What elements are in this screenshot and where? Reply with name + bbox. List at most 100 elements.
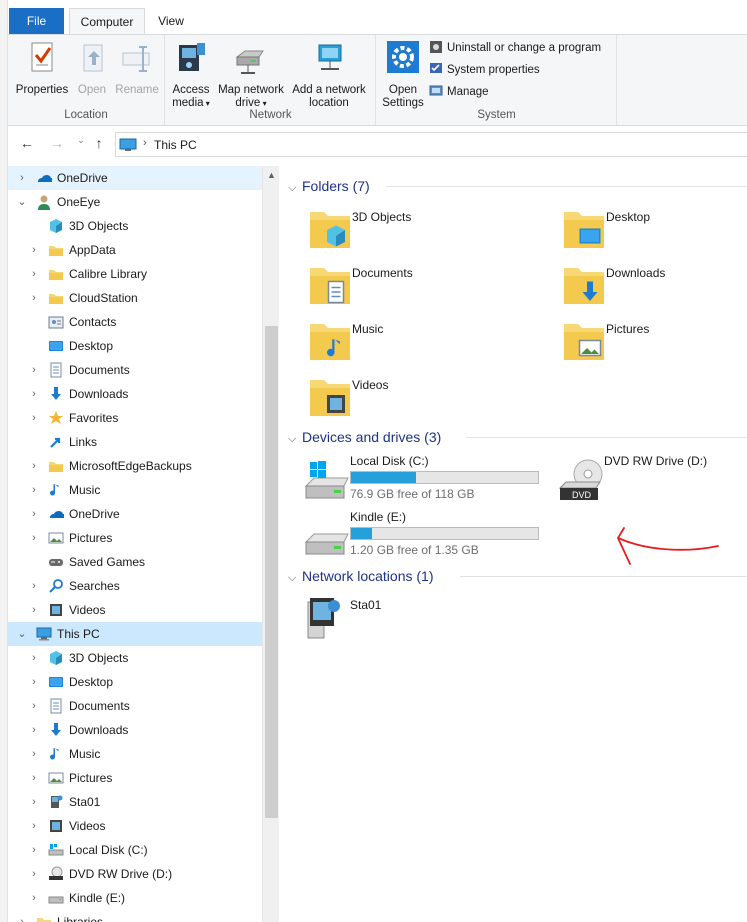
- chevron-right-icon[interactable]: ›: [28, 886, 40, 910]
- chevron-right-icon[interactable]: ›: [28, 502, 40, 526]
- nav-item-label: Documents: [69, 699, 130, 713]
- network-location-sta01[interactable]: Sta01: [304, 594, 464, 646]
- open-button[interactable]: Open: [72, 39, 112, 97]
- chevron-right-icon[interactable]: ›: [28, 790, 40, 814]
- nav-item-libraries[interactable]: › Libraries: [8, 910, 263, 922]
- chevron-right-icon[interactable]: ›: [16, 910, 28, 922]
- nav-item-3d-objects[interactable]: › 3D Objects: [8, 646, 263, 670]
- nav-item-pictures[interactable]: › Pictures: [8, 766, 263, 790]
- breadcrumb-this-pc[interactable]: This PC: [154, 138, 197, 152]
- navigation-scrollbar[interactable]: ▲: [262, 166, 279, 922]
- nav-item-3d-objects[interactable]: 3D Objects: [8, 214, 263, 238]
- nav-item-music[interactable]: › Music: [8, 478, 263, 502]
- chevron-right-icon[interactable]: ›: [28, 526, 40, 550]
- folder-desktop[interactable]: Desktop: [560, 206, 747, 258]
- chevron-right-icon[interactable]: ›: [28, 454, 40, 478]
- chevron-right-icon[interactable]: ›: [28, 358, 40, 382]
- address-bar[interactable]: › This PC: [115, 132, 747, 157]
- properties-button[interactable]: Properties: [14, 39, 70, 97]
- rename-button[interactable]: Rename: [112, 39, 162, 97]
- chevron-right-icon[interactable]: ›: [28, 598, 40, 622]
- folder-music[interactable]: Music: [306, 318, 496, 370]
- nav-item-calibre-library[interactable]: › Calibre Library: [8, 262, 263, 286]
- folders-section-header[interactable]: ⌵ Folders (7): [288, 175, 747, 197]
- chevron-right-icon[interactable]: ›: [28, 262, 40, 286]
- nav-item-sta01[interactable]: › Sta01: [8, 790, 263, 814]
- drive-dvd-rw-d[interactable]: DVD DVD RW Drive (D:): [558, 454, 747, 506]
- chevron-right-icon[interactable]: ›: [28, 478, 40, 502]
- nav-item-microsoftedgebackups[interactable]: › MicrosoftEdgeBackups: [8, 454, 263, 478]
- chevron-right-icon[interactable]: ›: [28, 694, 40, 718]
- nav-item-pictures[interactable]: › Pictures: [8, 526, 263, 550]
- scrollbar-thumb[interactable]: [265, 326, 278, 818]
- uninstall-program-button[interactable]: Uninstall or change a program: [429, 38, 601, 58]
- chevron-right-icon[interactable]: ›: [16, 166, 28, 190]
- nav-item-appdata[interactable]: › AppData: [8, 238, 263, 262]
- tab-view[interactable]: View: [148, 8, 194, 34]
- folder-videos[interactable]: Videos: [306, 374, 496, 426]
- folder-pictures[interactable]: Pictures: [560, 318, 747, 370]
- chevron-right-icon[interactable]: ›: [28, 646, 40, 670]
- nav-item-onedrive[interactable]: › OneDrive: [8, 502, 263, 526]
- nav-item-favorites[interactable]: › Favorites: [8, 406, 263, 430]
- chevron-right-icon[interactable]: ›: [28, 406, 40, 430]
- recent-locations-button[interactable]: ⌄: [72, 135, 90, 153]
- tab-file[interactable]: File: [9, 8, 64, 34]
- map-network-drive-button[interactable]: Map network drive ▾: [214, 39, 288, 110]
- nav-item-oneeye[interactable]: ⌄ OneEye: [8, 190, 263, 214]
- nav-item-downloads[interactable]: › Downloads: [8, 718, 263, 742]
- folder-3d-objects[interactable]: 3D Objects: [306, 206, 496, 258]
- system-properties-button[interactable]: System properties: [429, 60, 540, 80]
- scroll-up-arrow[interactable]: ▲: [263, 170, 280, 180]
- forward-button[interactable]: →: [48, 135, 66, 153]
- nav-item-documents[interactable]: › Documents: [8, 694, 263, 718]
- nav-item-searches[interactable]: › Searches: [8, 574, 263, 598]
- chevron-right-icon[interactable]: ›: [28, 862, 40, 886]
- nav-item-local-disk-c[interactable]: › Local Disk (C:): [8, 838, 263, 862]
- nav-item-this-pc[interactable]: ⌄ This PC: [8, 622, 263, 646]
- location-group-label: Location: [64, 109, 108, 121]
- folder-downloads[interactable]: Downloads: [560, 262, 747, 314]
- nav-item-documents[interactable]: › Documents: [8, 358, 263, 382]
- chevron-right-icon[interactable]: ›: [28, 838, 40, 862]
- ribbon: Properties Open Rename Location Access m…: [8, 34, 747, 126]
- nav-item-kindle-e[interactable]: › Kindle (E:): [8, 886, 263, 910]
- onedrive-icon: [36, 170, 54, 186]
- chevron-right-icon[interactable]: ›: [28, 670, 40, 694]
- nav-item-saved-games[interactable]: Saved Games: [8, 550, 263, 574]
- folder-documents[interactable]: Documents: [306, 262, 496, 314]
- nav-item-cloudstation[interactable]: › CloudStation: [8, 286, 263, 310]
- manage-button[interactable]: Manage: [429, 82, 489, 102]
- nav-item-links[interactable]: Links: [8, 430, 263, 454]
- chevron-right-icon[interactable]: ›: [28, 718, 40, 742]
- open-settings-button[interactable]: Open Settings: [379, 39, 427, 110]
- nav-item-downloads[interactable]: › Downloads: [8, 382, 263, 406]
- nav-item-desktop[interactable]: Desktop: [8, 334, 263, 358]
- nav-item-contacts[interactable]: Contacts: [8, 310, 263, 334]
- chevron-right-icon[interactable]: ›: [28, 766, 40, 790]
- folder-label: Pictures: [606, 322, 650, 336]
- chevron-right-icon[interactable]: ›: [28, 382, 40, 406]
- back-button[interactable]: ←: [18, 135, 36, 153]
- chevron-right-icon[interactable]: ›: [28, 286, 40, 310]
- devices-section-header[interactable]: ⌵ Devices and drives (3): [288, 426, 747, 448]
- chevron-right-icon[interactable]: ›: [28, 574, 40, 598]
- chevron-right-icon[interactable]: ›: [28, 742, 40, 766]
- nav-item-onedrive[interactable]: › OneDrive: [8, 166, 263, 190]
- nav-item-desktop[interactable]: › Desktop: [8, 670, 263, 694]
- chevron-down-icon[interactable]: ⌄: [16, 622, 28, 646]
- nav-item-videos[interactable]: › Videos: [8, 814, 263, 838]
- chevron-right-icon[interactable]: ›: [28, 814, 40, 838]
- nav-item-videos[interactable]: › Videos: [8, 598, 263, 622]
- drive-kindle-e[interactable]: Kindle (E:) 1.20 GB free of 1.35 GB: [304, 510, 554, 562]
- chevron-right-icon[interactable]: ›: [28, 238, 40, 262]
- drive-local-disk-c[interactable]: Local Disk (C:) 76.9 GB free of 118 GB: [304, 454, 554, 506]
- nav-item-dvd-rw-drive-d[interactable]: › DVD RW Drive (D:): [8, 862, 263, 886]
- network-section-header[interactable]: ⌵ Network locations (1): [288, 565, 747, 587]
- chevron-down-icon[interactable]: ⌄: [16, 190, 28, 214]
- add-network-location-button[interactable]: Add a network location: [288, 39, 370, 110]
- up-button[interactable]: ↑: [90, 135, 108, 153]
- access-media-button[interactable]: Access media ▾: [170, 39, 212, 110]
- tab-computer[interactable]: Computer: [69, 8, 145, 35]
- nav-item-music[interactable]: › Music: [8, 742, 263, 766]
